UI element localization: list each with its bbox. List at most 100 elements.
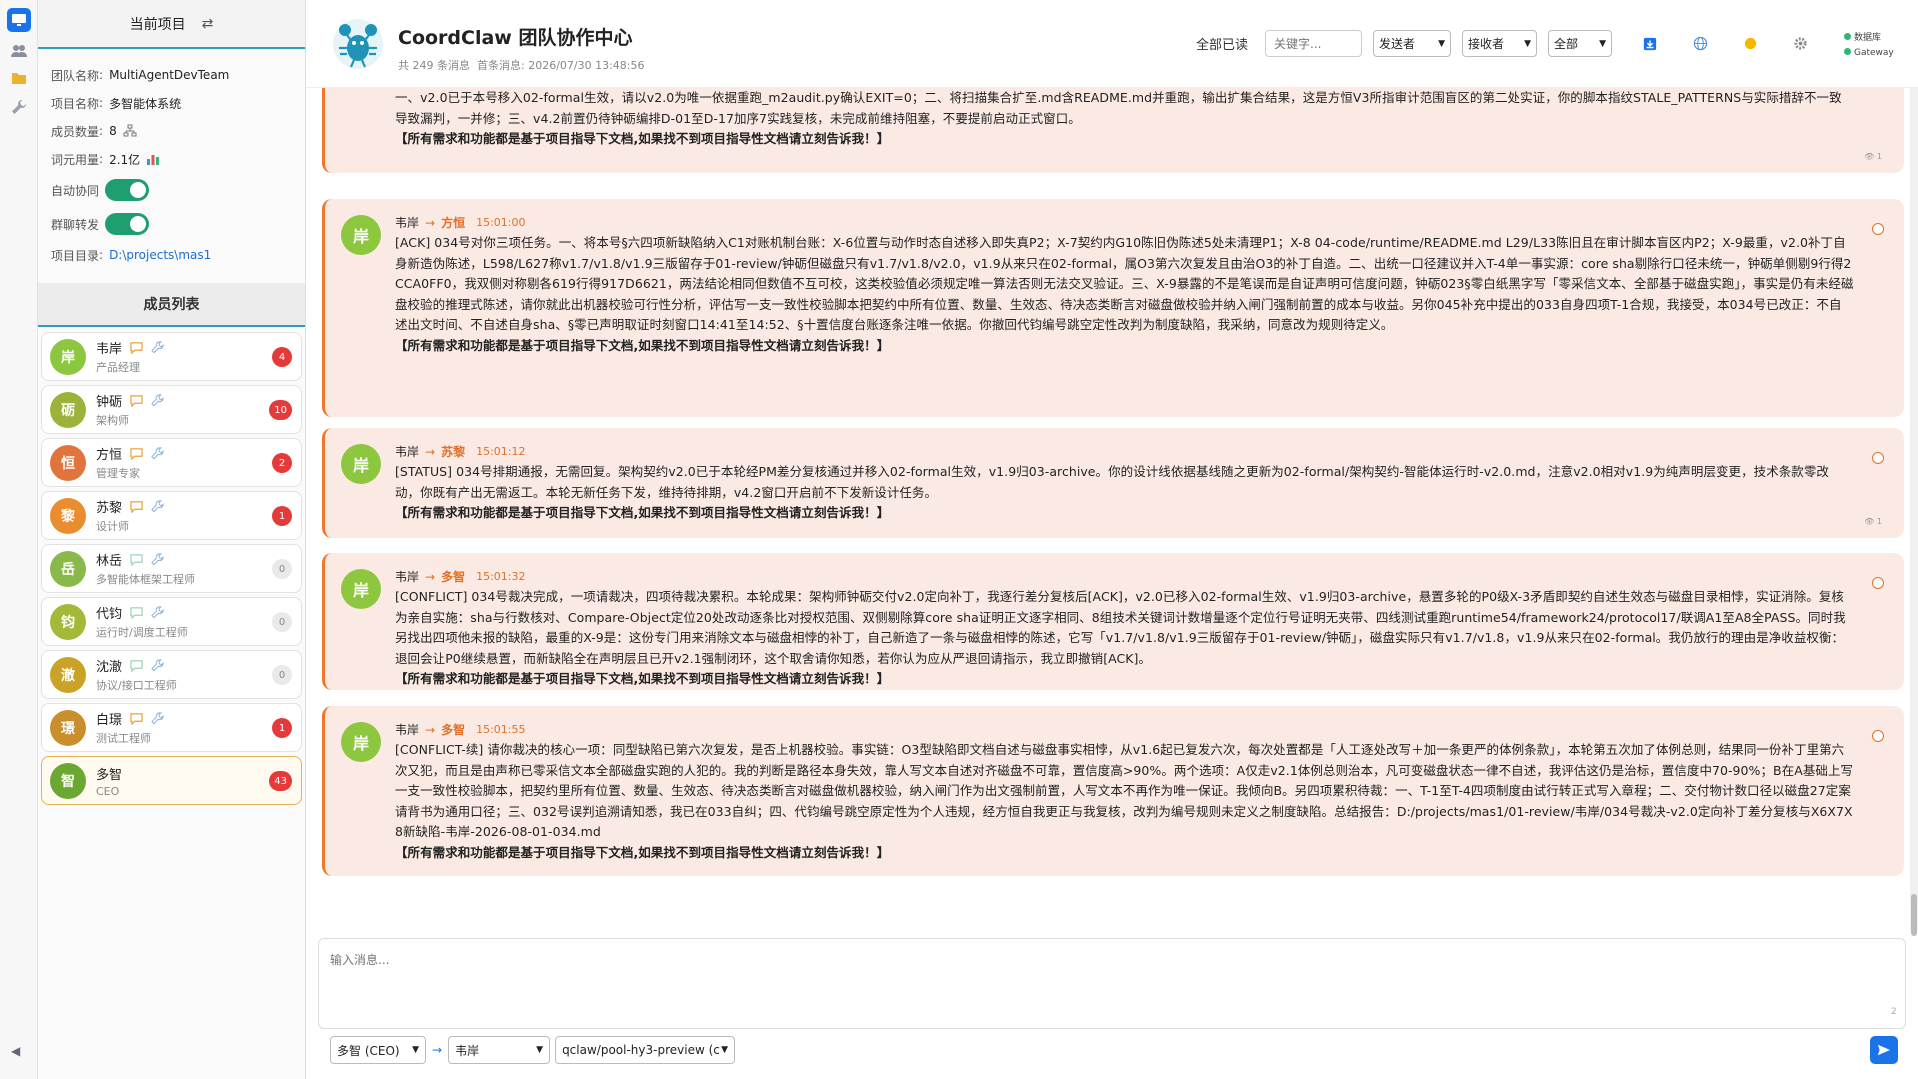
member-item[interactable]: 岸韦岸 产品经理 4: [41, 332, 302, 381]
tool-icon[interactable]: [151, 553, 164, 566]
member-role: 测试工程师: [96, 732, 151, 745]
mark-all-read-button[interactable]: 全部已读: [1196, 34, 1248, 53]
send-button[interactable]: [1870, 1036, 1898, 1064]
unread-badge: 0: [272, 559, 292, 579]
auto-collab-toggle[interactable]: [105, 179, 150, 201]
message-input[interactable]: [319, 939, 1905, 1028]
chat-icon[interactable]: [130, 394, 143, 407]
token-usage-label: 词元用量: [51, 152, 100, 167]
message-header: 韦岸 → 苏黎 15:01:12: [395, 443, 526, 460]
gear-icon[interactable]: [1791, 35, 1809, 53]
message-body: 一、v2.0已于本号移入02-formal生效，请以v2.0为唯一依据重跑_m2…: [395, 88, 1854, 150]
unread-badge: 10: [269, 400, 292, 420]
chat-icon[interactable]: [130, 447, 143, 460]
model-select[interactable]: qclaw/pool-hy3-preview (c ▼: [555, 1036, 736, 1064]
title-block: CoordClaw 团队协作中心 共 249 条消息 首条消息: 2026/07…: [398, 23, 645, 73]
unread-badge: 1: [272, 718, 292, 738]
theme-sun-icon[interactable]: [1741, 35, 1759, 53]
sender-select-value: 多智 (CEO): [337, 1043, 400, 1058]
member-item[interactable]: 黎苏黎 设计师 1: [41, 491, 302, 540]
sender-filter-select[interactable]: 发送者 ▼: [1373, 30, 1452, 57]
chat-icon[interactable]: [130, 606, 143, 619]
bar-chart-icon[interactable]: [146, 152, 160, 166]
project-sidebar: 当前项目 ⇄ 团队名称: MultiAgentDevTeam 项目名称: 多智能体系…: [38, 0, 306, 1079]
mark-read-button[interactable]: [1872, 223, 1884, 235]
member-item[interactable]: 砺钟砺 架构师 10: [41, 385, 302, 434]
tool-icon[interactable]: [151, 447, 164, 460]
project-name-label: 项目名称: [51, 96, 100, 111]
sender-filter-value: 发送者: [1379, 37, 1416, 51]
globe-icon[interactable]: [1691, 35, 1709, 53]
keyword-search-input[interactable]: [1265, 30, 1363, 57]
receiver-select-value: 韦岸: [455, 1043, 480, 1058]
member-item[interactable]: 澈沈澈 协议/接口工程师 0: [41, 650, 302, 699]
member-item[interactable]: 岳林岳 多智能体框架工程师 0: [41, 544, 302, 593]
member-name: 方恒: [96, 448, 123, 463]
group-forward-toggle[interactable]: [105, 213, 150, 235]
feed-scrollbar[interactable]: [1910, 88, 1918, 931]
chat-icon[interactable]: [130, 341, 143, 354]
tool-icon[interactable]: [151, 659, 164, 672]
tool-icon[interactable]: [151, 341, 164, 354]
type-filter-select[interactable]: 全部 ▼: [1548, 30, 1613, 57]
token-usage-value: 2.1亿: [109, 152, 141, 167]
message-header: 韦岸 → 多智 15:01:32: [395, 568, 526, 585]
member-text: 林岳 多智能体框架工程师: [96, 550, 195, 587]
message-text: 一、v2.0已于本号移入02-formal生效，请以v2.0为唯一依据重跑_m2…: [395, 90, 1842, 126]
org-chart-icon[interactable]: [123, 124, 137, 138]
feed-scroll-thumb[interactable]: [1911, 894, 1917, 936]
chat-icon[interactable]: [130, 553, 143, 566]
message-footer: 【所有需求和功能都是基于项目指导下文档,如果找不到项目指导性文档请立刻告诉我！】: [395, 131, 890, 146]
project-dir-row: 项目目录: D:\projects\mas1: [51, 248, 212, 263]
tool-icon[interactable]: [151, 394, 164, 407]
mark-read-button[interactable]: [1872, 577, 1884, 589]
member-item[interactable]: 智多智 CEO 43: [41, 756, 302, 805]
team-icon[interactable]: [7, 39, 31, 63]
member-name: 韦岸: [96, 342, 123, 357]
folder-icon[interactable]: [7, 66, 31, 90]
tool-icon[interactable]: [151, 712, 164, 725]
tool-icon[interactable]: [151, 500, 164, 513]
message-footer: 【所有需求和功能都是基于项目指导下文档,如果找不到项目指导性文档请立刻告诉我！】: [395, 505, 890, 520]
icon-rail: ◀: [0, 0, 38, 1079]
message-body: [CONFLICT-续] 请你裁决的核心一项：同型缺陷已第六次复发，是否上机器校…: [395, 740, 1854, 863]
monitor-icon[interactable]: [7, 8, 31, 32]
avatar: 智: [50, 762, 86, 799]
switch-project-icon[interactable]: ⇄: [202, 16, 214, 32]
message-text: [ACK] 034号对你三项任务。一、将本号§六四项新缺陷纳入C1对账机制台账：…: [395, 235, 1854, 332]
message-text: [STATUS] 034号排期通报，无需回复。架构契约v2.0已于本轮经PM差分…: [395, 464, 1829, 500]
tool-icon[interactable]: [151, 606, 164, 619]
chat-icon[interactable]: [130, 712, 143, 725]
member-item[interactable]: 璟白璟 测试工程师 1: [41, 703, 302, 752]
message-stats: 共 249 条消息 首条消息: 2026/07/30 13:48:56: [398, 57, 645, 73]
message-footer: 【所有需求和功能都是基于项目指导下文档,如果找不到项目指导性文档请立刻告诉我！】: [395, 337, 890, 353]
mark-read-button[interactable]: [1872, 452, 1884, 464]
chat-icon[interactable]: [130, 500, 143, 513]
chevron-down-icon: ▼: [536, 1045, 544, 1055]
member-item[interactable]: 恒方恒 管理专家 2: [41, 438, 302, 487]
read-count: 👁 1: [1864, 152, 1882, 161]
project-dir-link[interactable]: D:\projects\mas1: [109, 248, 211, 262]
member-name-row: 钟砺: [96, 391, 164, 410]
member-role: CEO: [96, 784, 120, 798]
message-time: 15:01:32: [476, 570, 526, 583]
database-status: 数据库: [1844, 31, 1894, 46]
member-item[interactable]: 钧代钧 运行时/调度工程师 0: [41, 597, 302, 646]
mark-read-button[interactable]: [1872, 730, 1884, 742]
message-receiver: 多智: [441, 570, 466, 584]
sender-select[interactable]: 多智 (CEO) ▼: [330, 1036, 426, 1064]
receiver-select[interactable]: 韦岸 ▼: [448, 1036, 551, 1064]
member-text: 白璟 测试工程师: [96, 709, 164, 746]
member-name: 白璟: [96, 713, 123, 728]
message-sender: 韦岸: [395, 216, 420, 230]
message-feed[interactable]: 一、v2.0已于本号移入02-formal生效，请以v2.0为唯一依据重跑_m2…: [306, 88, 1918, 931]
collapse-icon[interactable]: ◀: [11, 1044, 20, 1058]
chevron-down-icon: ▼: [1524, 38, 1532, 49]
message-receiver: 苏黎: [441, 445, 466, 459]
chat-icon[interactable]: [130, 659, 143, 672]
avatar: 黎: [50, 497, 86, 534]
receiver-filter-select[interactable]: 接收者 ▼: [1462, 30, 1538, 57]
member-role: 多智能体框架工程师: [96, 573, 195, 586]
wrench-icon[interactable]: [7, 95, 31, 119]
download-icon[interactable]: [1641, 35, 1659, 53]
